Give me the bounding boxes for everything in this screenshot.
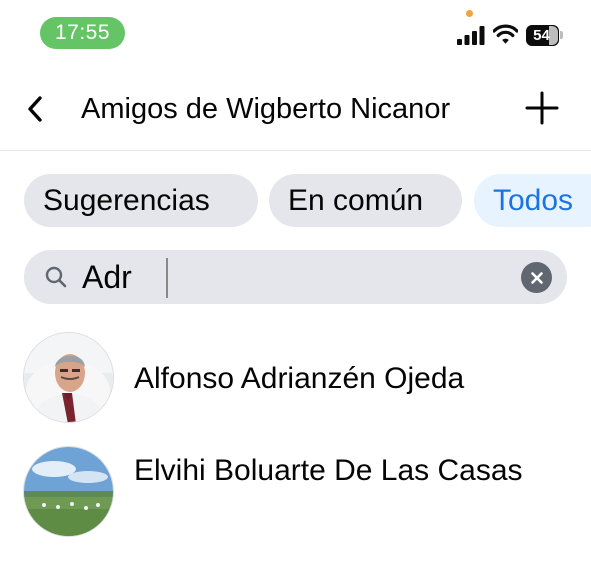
plus-icon bbox=[525, 91, 559, 125]
search-input[interactable] bbox=[82, 256, 502, 298]
chip-in-common[interactable]: En común bbox=[269, 174, 462, 227]
chip-suggestions[interactable]: Sugerencias bbox=[24, 174, 258, 227]
list-item[interactable]: Alfonso Adrianzén Ojeda bbox=[0, 332, 591, 424]
battery-cap bbox=[560, 31, 563, 39]
wifi-icon bbox=[493, 24, 518, 44]
battery-level: 54 bbox=[533, 27, 550, 44]
search-bar[interactable] bbox=[24, 250, 567, 304]
back-button[interactable] bbox=[18, 92, 52, 126]
privacy-indicator-dot bbox=[466, 10, 473, 17]
add-friend-button[interactable] bbox=[522, 88, 562, 128]
chip-all[interactable]: Todos bbox=[474, 174, 591, 227]
text-caret bbox=[166, 258, 168, 298]
signal-icon bbox=[457, 26, 485, 45]
battery-icon: 54 bbox=[526, 25, 564, 46]
avatar[interactable] bbox=[23, 332, 114, 423]
friend-name: Elvihi Boluarte De Las Casas bbox=[134, 454, 523, 487]
avatar[interactable] bbox=[23, 446, 114, 537]
status-time[interactable]: 17:55 bbox=[40, 17, 125, 49]
page-title: Amigos de Wigberto Nicanor bbox=[81, 93, 451, 125]
list-item[interactable]: Elvihi Boluarte De Las Casas bbox=[0, 446, 591, 542]
chevron-left-icon bbox=[28, 96, 42, 122]
header: Amigos de Wigberto Nicanor bbox=[0, 62, 591, 151]
status-bar: 17:55 54 bbox=[0, 0, 591, 62]
avatar-photo-man bbox=[24, 333, 113, 422]
friend-name: Alfonso Adrianzén Ojeda bbox=[134, 362, 465, 395]
search-icon bbox=[45, 266, 67, 288]
clear-icon bbox=[530, 271, 543, 284]
filter-chips: Sugerencias En común Todos bbox=[0, 174, 591, 228]
clear-search-button[interactable] bbox=[521, 262, 552, 293]
avatar-photo-field bbox=[24, 447, 113, 536]
battery-body: 54 bbox=[526, 25, 559, 46]
